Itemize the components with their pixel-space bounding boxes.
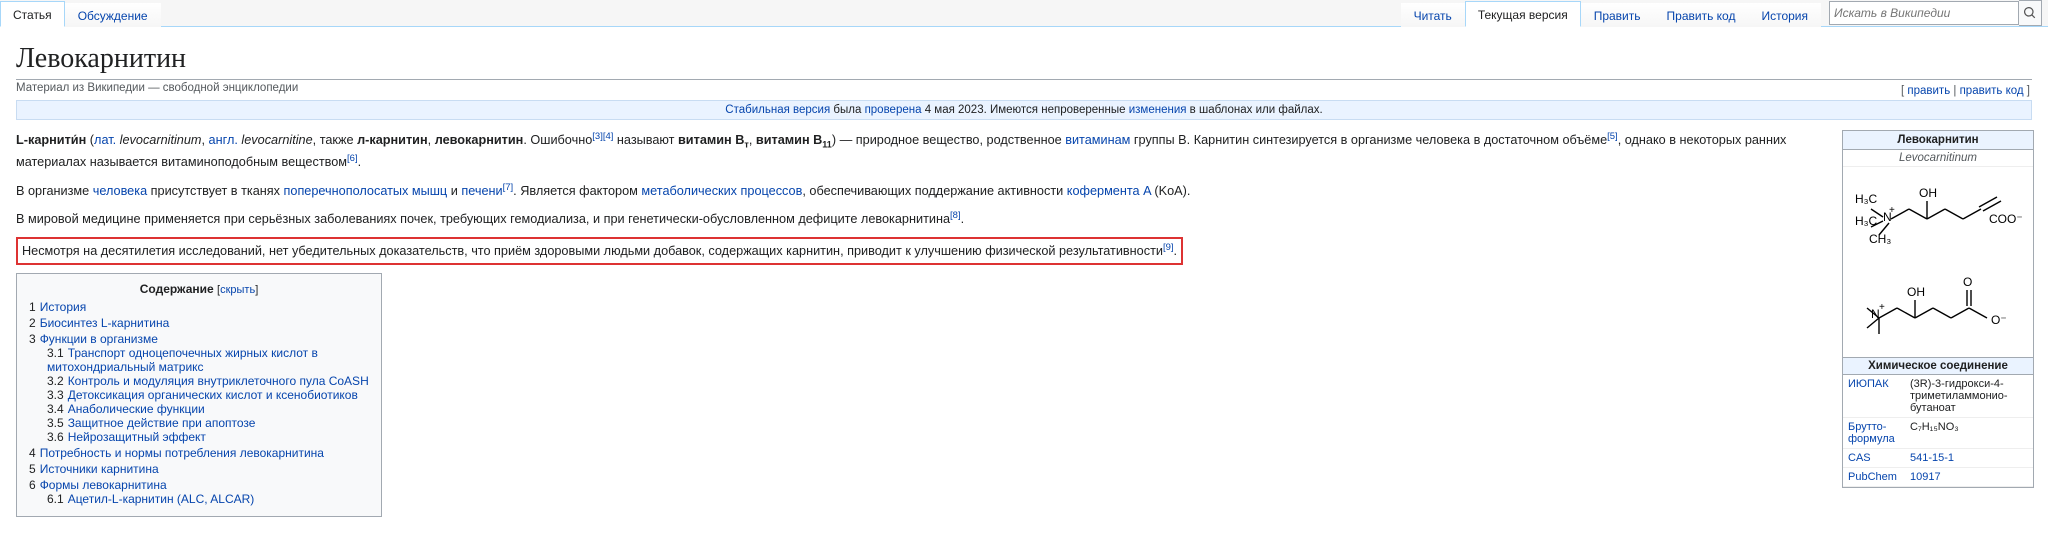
metabolic-link[interactable]: метаболических процессов	[641, 184, 802, 198]
liver-link[interactable]: печени	[461, 184, 502, 198]
ref-link[interactable]: [4]	[603, 131, 614, 142]
tab-current-version[interactable]: Текущая версия	[1465, 1, 1581, 27]
toc-link[interactable]: 4Потребность и нормы потребления левокар…	[29, 446, 324, 460]
ref-link[interactable]: [5]	[1607, 131, 1618, 142]
toc-item: 4Потребность и нормы потребления левокар…	[29, 446, 369, 460]
svg-text:H₃C: H₃C	[1855, 192, 1878, 206]
search-button[interactable]	[2019, 0, 2042, 26]
toc-item: 6.1Ацетил-L-карнитин (ALC, ALCAR)	[47, 492, 369, 506]
toc-link[interactable]: 3.1Транспорт одноцепочечных жирных кисло…	[47, 346, 318, 374]
tab-read[interactable]: Читать	[1401, 2, 1465, 27]
toc-link[interactable]: 3.6Нейрозащитный эффект	[47, 430, 206, 444]
stable-version-banner: Стабильная версия была проверена 4 мая 2…	[16, 100, 2032, 120]
tab-bar: Статья Обсуждение Читать Текущая версия …	[0, 0, 2048, 27]
infobox-value: 541-15-1	[1905, 449, 2033, 468]
infobox-row: Брутто-формула C₇H₁₅NO₃	[1843, 418, 2033, 449]
infobox-structure-image: H₃C H₃C N + CH₃ OH COO⁻	[1843, 167, 2033, 357]
edit-source-link[interactable]: править код	[1960, 85, 2024, 97]
vitamins-link[interactable]: витаминам	[1065, 133, 1130, 147]
toc-toggle[interactable]: скрыть	[220, 284, 255, 296]
page-title: Левокарнитин	[16, 43, 2032, 80]
table-of-contents: Содержание [скрыть] 1История2Биосинтез L…	[16, 273, 382, 517]
infobox-key-link[interactable]: ИЮПАК	[1848, 378, 1889, 390]
site-sub: Материал из Википедии — свободной энцикл…	[16, 82, 2032, 94]
reviewed-link[interactable]: проверена	[865, 104, 922, 116]
tab-article[interactable]: Статья	[0, 1, 65, 27]
infobox-value: (3R)-3-гидрокси-4-триметиламмонио-бутано…	[1905, 375, 2033, 418]
toc-link[interactable]: 3.5Защитное действие при апоптозе	[47, 416, 255, 430]
changes-link[interactable]: изменения	[1129, 104, 1187, 116]
ref-link[interactable]: [6]	[347, 153, 358, 164]
search-input[interactable]	[1829, 1, 2019, 25]
toc-link[interactable]: 3.4Анаболические функции	[47, 402, 205, 416]
infobox-value: C₇H₁₅NO₃	[1905, 418, 2033, 449]
toc-link[interactable]: 3Функции в организме	[29, 332, 158, 346]
lang-en-link[interactable]: англ.	[209, 133, 238, 147]
infobox-key-link[interactable]: Брутто-формула	[1848, 421, 1895, 445]
striated-muscle-link[interactable]: поперечнополосатых мышц	[284, 184, 448, 198]
toc-link[interactable]: 6Формы левокарнитина	[29, 478, 167, 492]
toc-item: 3.5Защитное действие при апоптозе	[47, 416, 369, 430]
infobox-key-link[interactable]: CAS	[1848, 452, 1871, 464]
toc-link[interactable]: 5Источники карнитина	[29, 462, 159, 476]
toc-item: 6Формы левокарнитина6.1Ацетил-L-карнитин…	[29, 478, 369, 506]
toc-link[interactable]: 1История	[29, 300, 86, 314]
human-link[interactable]: человека	[93, 184, 147, 198]
paragraph: В мировой медицине применяется при серьё…	[16, 209, 1822, 229]
paragraph: L-карнити́н (лат. levocarnitinum, англ. …	[16, 130, 1822, 173]
toc-item: 5Источники карнитина	[29, 462, 369, 476]
svg-text:+: +	[1879, 302, 1885, 313]
toc-link[interactable]: 3.2Контроль и модуляция внутриклеточного…	[47, 374, 369, 388]
toc-heading: Содержание	[140, 282, 214, 296]
toc-item: 3Функции в организме3.1Транспорт одноцеп…	[29, 332, 369, 444]
ref-link[interactable]: [3]	[592, 131, 603, 142]
infobox-latin: Levocarnitinum	[1843, 150, 2033, 167]
ref-link[interactable]: [7]	[503, 182, 514, 193]
coenzyme-a-link[interactable]: кофермента A	[1067, 184, 1151, 198]
toc-link[interactable]: 2Биосинтез L-карнитина	[29, 316, 169, 330]
search-icon	[2024, 7, 2036, 19]
toc-link[interactable]: 3.3Детоксикация органических кислот и кс…	[47, 388, 358, 402]
paragraph: В организме человека присутствует в ткан…	[16, 181, 1822, 201]
toc-item: 3.4Анаболические функции	[47, 402, 369, 416]
infobox-section: Химическое соединение	[1843, 357, 2033, 375]
toc-item: 3.6Нейрозащитный эффект	[47, 430, 369, 444]
search-box	[1829, 0, 2042, 26]
lang-lat-link[interactable]: лат.	[94, 133, 116, 147]
infobox-value-link[interactable]: 541-15-1	[1910, 452, 1954, 464]
stable-version-link[interactable]: Стабильная версия	[725, 104, 830, 116]
infobox-row: PubChem 10917	[1843, 468, 2033, 487]
toc-item: 2Биосинтез L-карнитина	[29, 316, 369, 330]
svg-text:OH: OH	[1919, 186, 1937, 200]
infobox-row: CAS 541-15-1	[1843, 449, 2033, 468]
infobox-key-link[interactable]: PubChem	[1848, 471, 1897, 483]
svg-text:O: O	[1963, 275, 1972, 289]
infobox-row: ИЮПАК (3R)-3-гидрокси-4-триметиламмонио-б…	[1843, 375, 2033, 418]
highlighted-paragraph: Несмотря на десятилетия исследований, не…	[16, 237, 1822, 265]
svg-text:OH: OH	[1907, 285, 1925, 299]
toc-item: 3.2Контроль и модуляция внутриклеточного…	[47, 374, 369, 388]
section-edit-links: [ править | править код ]	[1901, 85, 2030, 97]
svg-text:+: +	[1889, 205, 1895, 216]
tab-edit-source[interactable]: Править код	[1654, 2, 1749, 27]
infobox-value-link[interactable]: 10917	[1910, 471, 1941, 483]
ref-link[interactable]: [9]	[1163, 242, 1174, 253]
svg-text:COO⁻: COO⁻	[1989, 212, 2023, 226]
tab-talk[interactable]: Обсуждение	[65, 2, 161, 27]
toc-item: 3.1Транспорт одноцепочечных жирных кисло…	[47, 346, 369, 374]
infobox-value: 10917	[1905, 468, 2033, 487]
svg-text:O⁻: O⁻	[1991, 313, 2007, 327]
toc-item: 3.3Детоксикация органических кислот и кс…	[47, 388, 369, 402]
ref-link[interactable]: [8]	[950, 210, 961, 221]
toc-item: 1История	[29, 300, 369, 314]
infobox-title: Левокарнитин	[1843, 131, 2033, 150]
tab-history[interactable]: История	[1748, 2, 1821, 27]
tab-edit[interactable]: Править	[1581, 2, 1654, 27]
toc-link[interactable]: 6.1Ацетил-L-карнитин (ALC, ALCAR)	[47, 492, 254, 506]
edit-link[interactable]: править	[1907, 85, 1950, 97]
infobox: Левокарнитин Levocarnitinum	[1842, 130, 2034, 488]
